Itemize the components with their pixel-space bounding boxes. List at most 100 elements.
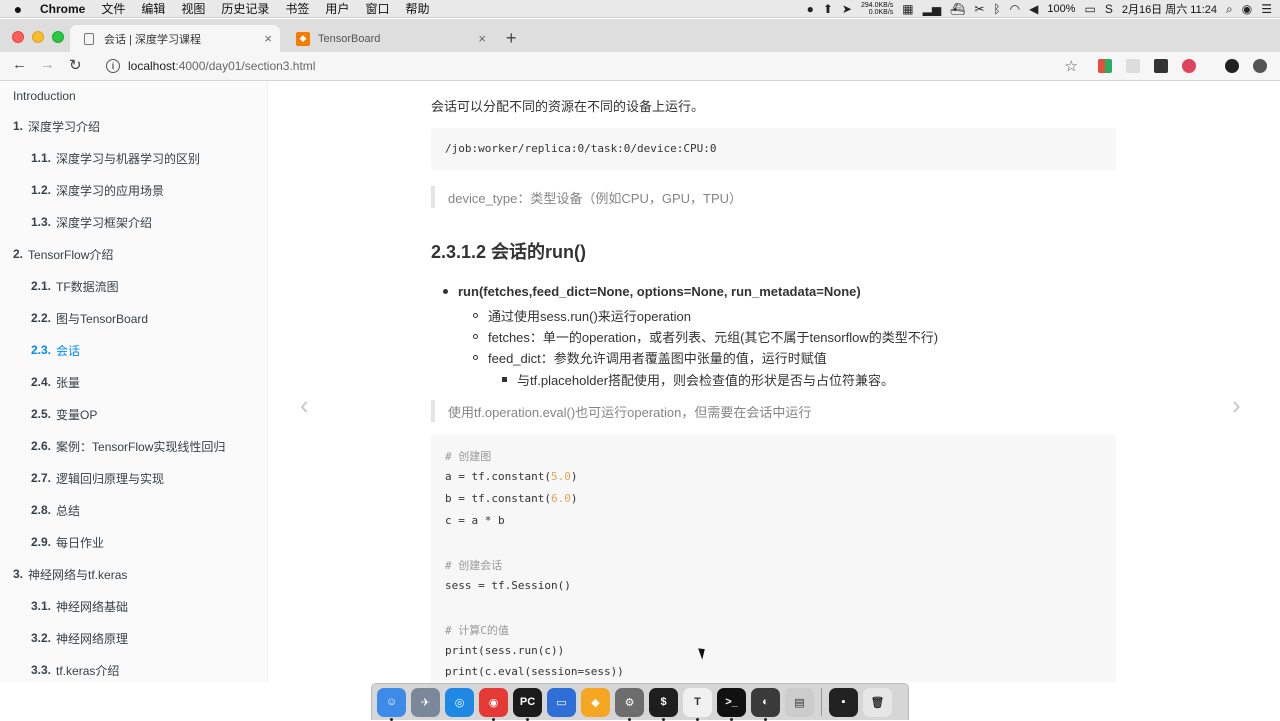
profile-avatar[interactable] [1225,59,1239,73]
finder-icon[interactable]: ☺ [377,687,406,721]
telegram-icon[interactable]: ➤ [842,2,852,16]
toc-item[interactable]: 2.1. TF数据流图 [31,276,119,296]
safari-icon[interactable]: ◎ [445,687,474,717]
close-tab-icon[interactable]: × [478,31,486,46]
next-page-icon[interactable]: › [1232,390,1241,421]
pycharm-icon[interactable]: PC [513,687,542,721]
wifi-icon[interactable]: ◠ [1010,2,1020,16]
bluetooth-icon[interactable]: ᛒ [993,2,1000,16]
typora-icon[interactable]: T [683,687,712,721]
clock[interactable]: 2月16日 周六 11:24 [1122,1,1217,17]
extension-icon[interactable] [1182,59,1196,73]
site-info-icon[interactable]: i [106,59,120,73]
address-bar[interactable]: i localhost:4000/day01/section3.html ☆ [96,54,1086,78]
extension-icon[interactable] [1126,59,1140,73]
blockquote: 使用tf.operation.eval()也可运行operation，但需要在会… [431,400,811,422]
toc-item-label: 图与TensorBoard [56,311,149,326]
upload-icon[interactable]: ⬆ [823,2,833,16]
toc-item[interactable]: 2.9. 每日作业 [31,532,104,552]
toc-item[interactable]: 1. 深度学习介绍 [13,116,100,136]
toc-item[interactable]: 3.3. tf.keras介绍 [31,660,119,680]
toc-item-number: 1. [13,119,24,133]
battery-percent[interactable]: 100% [1047,3,1075,15]
toc-item[interactable]: 1.3. 深度学习框架介绍 [31,212,152,232]
toc-item[interactable]: 2.5. 变量OP [31,404,97,424]
spotlight-icon[interactable]: ⌕ [1226,2,1233,17]
code-line: b = tf.constant(6.0) [445,492,578,505]
toc-item-number: 2.2. [31,311,52,325]
toc-item[interactable]: 2.8. 总结 [31,500,80,520]
volume-icon[interactable]: ◀ [1029,2,1038,16]
tab-strip: 会话 | 深度学习课程 × ◆ TensorBoard × + [0,19,1280,52]
toc-item[interactable]: 2. TensorFlow介绍 [13,244,113,264]
bullet-icon [443,289,448,294]
new-tab-button[interactable]: + [506,28,517,49]
code-line: /job:worker/replica:0/task:0/device:CPU:… [445,142,717,155]
toc-item[interactable]: 1.1. 深度学习与机器学习的区别 [31,148,200,168]
bookmark-star-icon[interactable]: ☆ [1065,57,1078,75]
sketch-icon[interactable]: ◆ [581,687,610,717]
toc-item-number: 2.6. [31,439,52,453]
preview-icon[interactable]: ▤ [785,687,814,717]
status-area: ● ⬆ ➤ 294.0KB/s 0.0KB/s ▦ ▂▅ ⛴ ✂ ᛒ ◠ ◀ 1… [807,0,1272,18]
bullet-icon [473,334,478,339]
menu-edit[interactable]: 编辑 [133,0,173,17]
tab-session[interactable]: 会话 | 深度学习课程 × [70,25,280,52]
docker-icon[interactable]: ⛴ [950,2,965,16]
toc-item[interactable]: 3. 神经网络与tf.keras [13,564,127,584]
menu-bookmarks[interactable]: 书签 [277,0,317,17]
menu-file[interactable]: 文件 [93,0,133,17]
trash-icon[interactable]: 🗑 [863,687,892,717]
tab-tensorboard[interactable]: ◆ TensorBoard × [284,25,494,52]
menu-window[interactable]: 窗口 [357,0,397,17]
chrome-icon[interactable]: ◉ [479,687,508,721]
extension-icon[interactable] [1154,59,1168,73]
terminal-icon[interactable]: ▪ [829,687,858,717]
close-window-button[interactable] [12,31,24,43]
extension-icon[interactable] [1098,59,1112,73]
terminal-icon[interactable]: $ [649,687,678,721]
toc-item[interactable]: 2.3. 会话 [31,340,80,360]
activity-graph-icon[interactable]: ▂▅ [923,2,941,16]
siri-icon[interactable]: ◉ [1242,2,1252,16]
forward-button[interactable]: → [40,56,55,73]
cpu-icon[interactable]: ▦ [902,2,913,16]
prev-page-icon[interactable]: ‹ [300,390,309,421]
dock-separator [821,688,822,716]
toc-item[interactable]: 2.4. 张量 [31,372,80,392]
iterm-icon[interactable]: >_ [717,687,746,721]
apple-menu-icon[interactable]: ● [0,1,36,17]
keynote-icon[interactable]: ▭ [547,687,576,717]
back-button[interactable]: ← [12,56,27,73]
reload-button[interactable]: ↻ [69,56,82,74]
toc-item[interactable]: 1.2. 深度学习的应用场景 [31,180,164,200]
menu-icon[interactable] [1253,59,1267,73]
minimize-window-button[interactable] [32,31,44,43]
toc-item[interactable]: 2.6. 案例：TensorFlow实现线性回归 [31,436,225,456]
tensorboard-icon: ◆ [296,31,310,46]
notification-center-icon[interactable]: ☰ [1261,2,1272,16]
github-icon[interactable]: ● [807,2,814,16]
close-tab-icon[interactable]: × [264,31,272,46]
toc-item[interactable]: 2.2. 图与TensorBoard [31,308,148,328]
bullet-icon [473,313,478,318]
launchpad-icon[interactable]: ✈ [411,687,440,717]
toc-item[interactable]: 2.7. 逻辑回归原理与实现 [31,468,164,488]
list-item-text: feed_dict：参数允许调用者覆盖图中张量的值，运行时赋值 [488,351,827,366]
menu-history[interactable]: 历史记录 [213,0,277,17]
toc-item[interactable]: 3.2. 神经网络原理 [31,628,128,648]
app-menu[interactable]: Chrome [36,2,93,16]
menu-view[interactable]: 视图 [173,0,213,17]
toc-item-number: 2. [13,247,24,261]
menu-people[interactable]: 用户 [317,0,357,17]
toc-item[interactable]: Introduction [13,86,76,106]
tools-icon[interactable]: ✂ [974,2,984,16]
toc-item-number: 2.4. [31,375,52,389]
maximize-window-button[interactable] [52,31,64,43]
input-method-icon[interactable]: S [1105,2,1113,16]
settings-icon[interactable]: ⚙ [615,687,644,721]
obs-icon[interactable]: ◐ [751,687,780,721]
toc-item[interactable]: 3.1. 神经网络基础 [31,596,128,616]
menu-help[interactable]: 帮助 [397,0,437,17]
battery-icon[interactable]: ▭ [1084,2,1095,16]
